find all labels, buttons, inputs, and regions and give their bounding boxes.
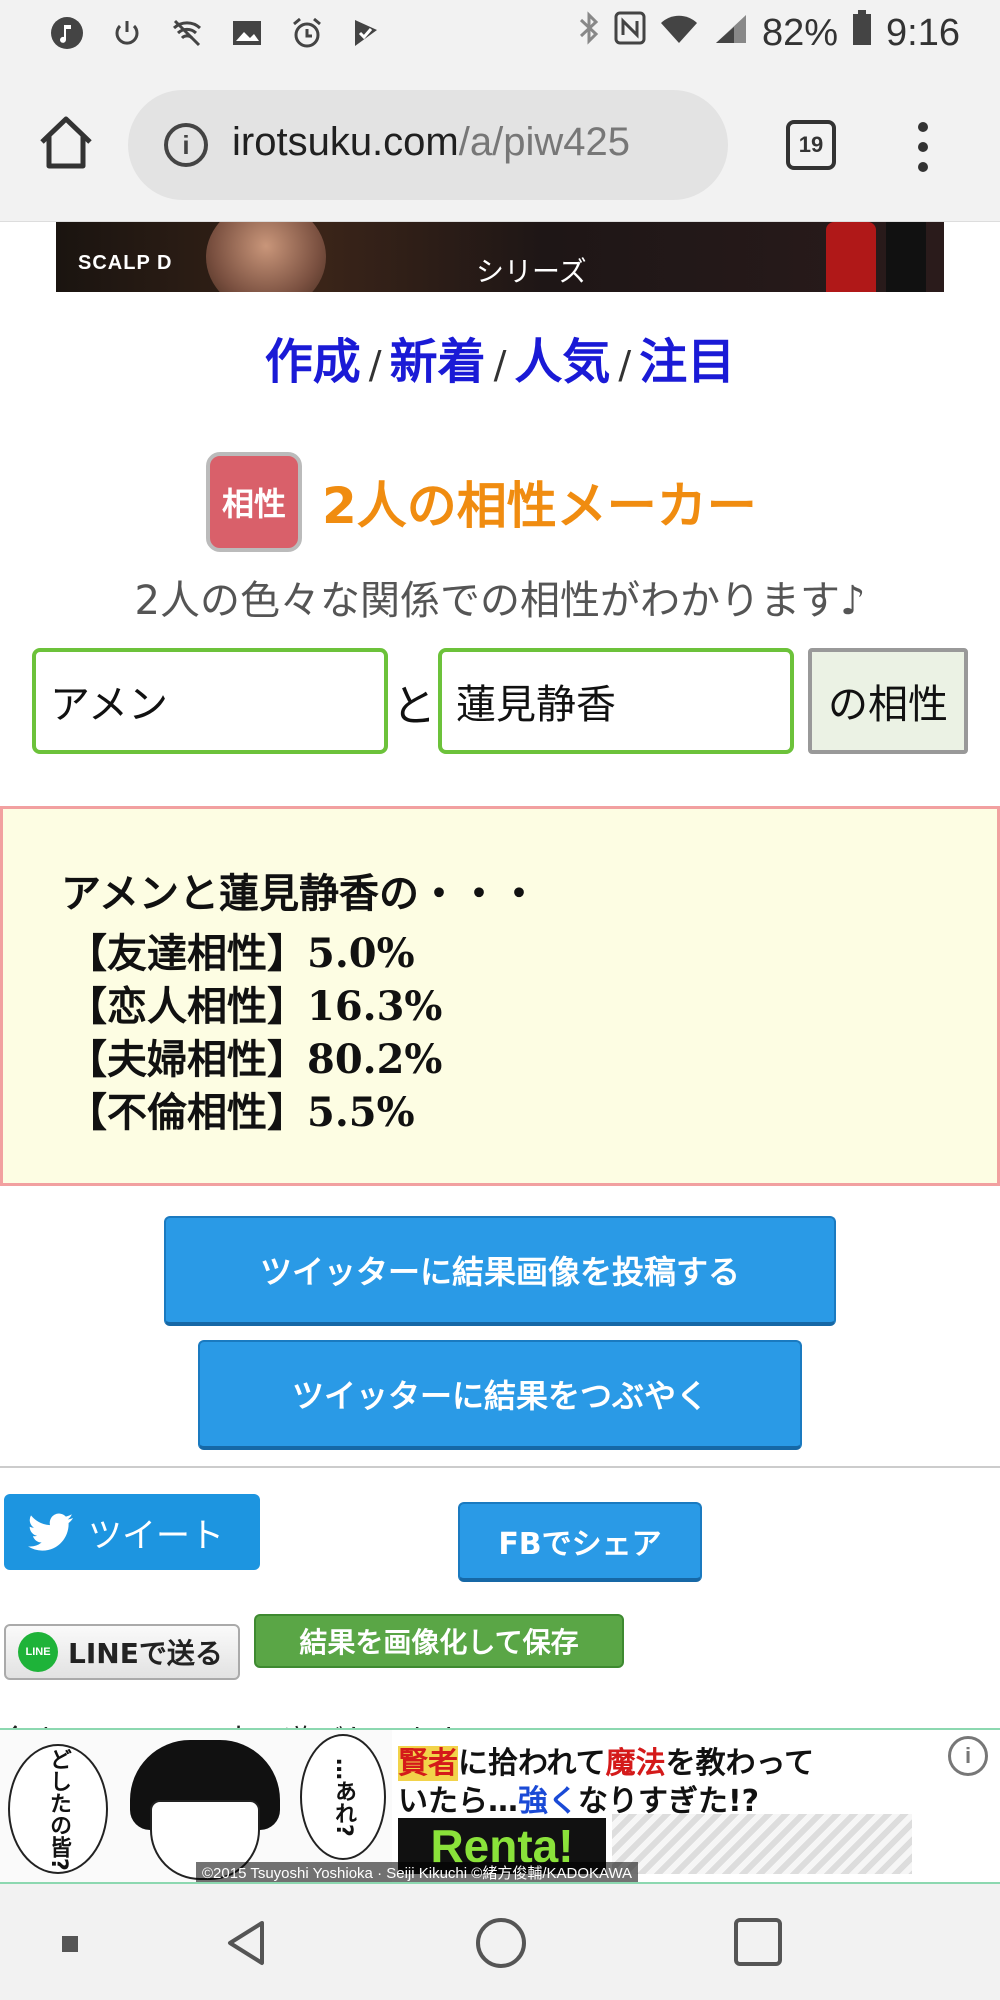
menu-dot bbox=[918, 142, 928, 152]
home-button[interactable] bbox=[36, 114, 96, 174]
ad-product-bottle bbox=[886, 222, 926, 292]
page-title: 2人の相性メーカー bbox=[322, 477, 757, 535]
divider bbox=[0, 1466, 1000, 1468]
bottom-ad-banner[interactable]: どしたの皆? …あれ? 賢者に拾われて魔法を教わって いたら…強くなりすぎた!?… bbox=[0, 1728, 1000, 1884]
line-send-button[interactable]: LINE LINEで送る bbox=[4, 1624, 240, 1680]
ad-brand: SCALP D bbox=[78, 252, 173, 274]
music-icon bbox=[48, 14, 86, 52]
check-compatibility-button[interactable]: の相性 bbox=[808, 648, 968, 754]
page-subtitle: 2人の色々な関係での相性がわかります♪ bbox=[134, 578, 866, 624]
tweet-button[interactable]: ツイート bbox=[4, 1494, 260, 1570]
address-bar[interactable]: i irotsuku.com/a/piw425 bbox=[128, 90, 728, 200]
top-ad-banner[interactable]: SCALP D シリーズ bbox=[56, 222, 944, 292]
name2-input[interactable] bbox=[438, 648, 794, 754]
facebook-share-button[interactable]: FBでシェア bbox=[458, 1502, 702, 1582]
overflow-menu-button[interactable] bbox=[908, 122, 938, 172]
menu-dot bbox=[918, 162, 928, 172]
home-icon bbox=[40, 116, 92, 169]
line-logo-icon: LINE bbox=[18, 1632, 58, 1672]
back-icon[interactable] bbox=[222, 1918, 272, 1968]
line-label: LINEで送る bbox=[68, 1637, 223, 1670]
ad-text: いたら… bbox=[398, 1784, 518, 1819]
url-domain: irotsuku.com bbox=[232, 120, 459, 164]
ad-info-icon[interactable]: i bbox=[948, 1736, 988, 1776]
nav-create[interactable]: 作成 bbox=[265, 334, 361, 390]
nav-new[interactable]: 新着 bbox=[390, 334, 486, 390]
speech-bubble: どしたの皆? bbox=[8, 1744, 108, 1874]
url-text[interactable]: irotsuku.com/a/piw425 bbox=[232, 120, 712, 165]
home-circle-icon[interactable] bbox=[476, 1918, 526, 1968]
clock: 9:16 bbox=[886, 11, 960, 54]
nav-separator: / bbox=[493, 343, 507, 387]
image-icon bbox=[228, 14, 266, 52]
nav-separator: / bbox=[368, 343, 382, 387]
page-title-row: 相性 2人の相性メーカー bbox=[206, 452, 757, 552]
ad-credit: ©2015 Tsuyoshi Yoshioka · Seiji Kikuchi … bbox=[196, 1862, 639, 1882]
system-indicators: 82% 9:16 bbox=[578, 10, 960, 56]
wifi-icon bbox=[660, 12, 698, 55]
tab-switcher-button[interactable]: 19 bbox=[786, 120, 836, 170]
alarm-icon bbox=[288, 14, 326, 52]
tweet-label: ツイート bbox=[88, 1515, 224, 1556]
result-affair: 【不倫相性】5.5% bbox=[67, 1089, 415, 1136]
result-lover: 【恋人相性】16.3% bbox=[67, 983, 443, 1030]
ad-model-photo bbox=[206, 222, 326, 292]
bluetooth-icon bbox=[578, 10, 600, 56]
result-friend: 【友達相性】5.0% bbox=[67, 930, 415, 977]
category-badge: 相性 bbox=[206, 452, 302, 552]
wifi-off-icon bbox=[168, 14, 206, 52]
joiner-text: と bbox=[392, 681, 436, 732]
twitter-bird-icon bbox=[28, 1513, 73, 1551]
notification-icons bbox=[48, 14, 386, 52]
save-result-image-button[interactable]: 結果を画像化して保存 bbox=[254, 1614, 624, 1668]
site-nav: 作成 / 新着 / 人気 / 注目 bbox=[0, 322, 1000, 392]
nav-dot-icon[interactable] bbox=[62, 1936, 78, 1952]
result-box: アメンと蓮見静香の・・・ 【友達相性】5.0% 【恋人相性】16.3% 【夫婦相… bbox=[0, 806, 1000, 1186]
ad-series: シリーズ bbox=[476, 255, 587, 288]
nav-popular[interactable]: 人気 bbox=[514, 334, 610, 390]
nav-featured[interactable]: 注目 bbox=[639, 334, 735, 390]
site-info-icon[interactable]: i bbox=[164, 123, 208, 167]
recents-icon[interactable] bbox=[734, 1918, 782, 1966]
ad-highlight: 強く bbox=[518, 1784, 578, 1819]
signal-icon bbox=[712, 12, 748, 55]
status-bar: 82% 9:16 bbox=[0, 0, 1000, 66]
check-flag-icon bbox=[348, 14, 386, 52]
battery-percent: 82% bbox=[761, 11, 839, 54]
result-heading: アメンと蓮見静香の・・・ bbox=[61, 871, 539, 917]
menu-dot bbox=[918, 122, 928, 132]
battery-icon bbox=[852, 10, 872, 56]
ad-character-art bbox=[612, 1814, 912, 1874]
ad-product-bottle bbox=[826, 222, 876, 292]
ad-manga-art: どしたの皆? …あれ? bbox=[0, 1730, 392, 1882]
url-path: /a/piw425 bbox=[458, 120, 630, 164]
result-married: 【夫婦相性】80.2% bbox=[67, 1036, 443, 1083]
nav-separator: / bbox=[618, 343, 632, 387]
browser-toolbar: i irotsuku.com/a/piw425 19 bbox=[0, 66, 1000, 222]
system-nav-bar bbox=[0, 1884, 1000, 2000]
tweet-result-image-button[interactable]: ツイッターに結果画像を投稿する bbox=[164, 1216, 836, 1326]
tweet-result-text-button[interactable]: ツイッターに結果をつぶやく bbox=[198, 1340, 802, 1450]
speech-bubble: …あれ? bbox=[300, 1734, 386, 1860]
nfc-icon bbox=[614, 11, 646, 55]
name1-input[interactable] bbox=[32, 648, 388, 754]
power-icon bbox=[108, 14, 146, 52]
